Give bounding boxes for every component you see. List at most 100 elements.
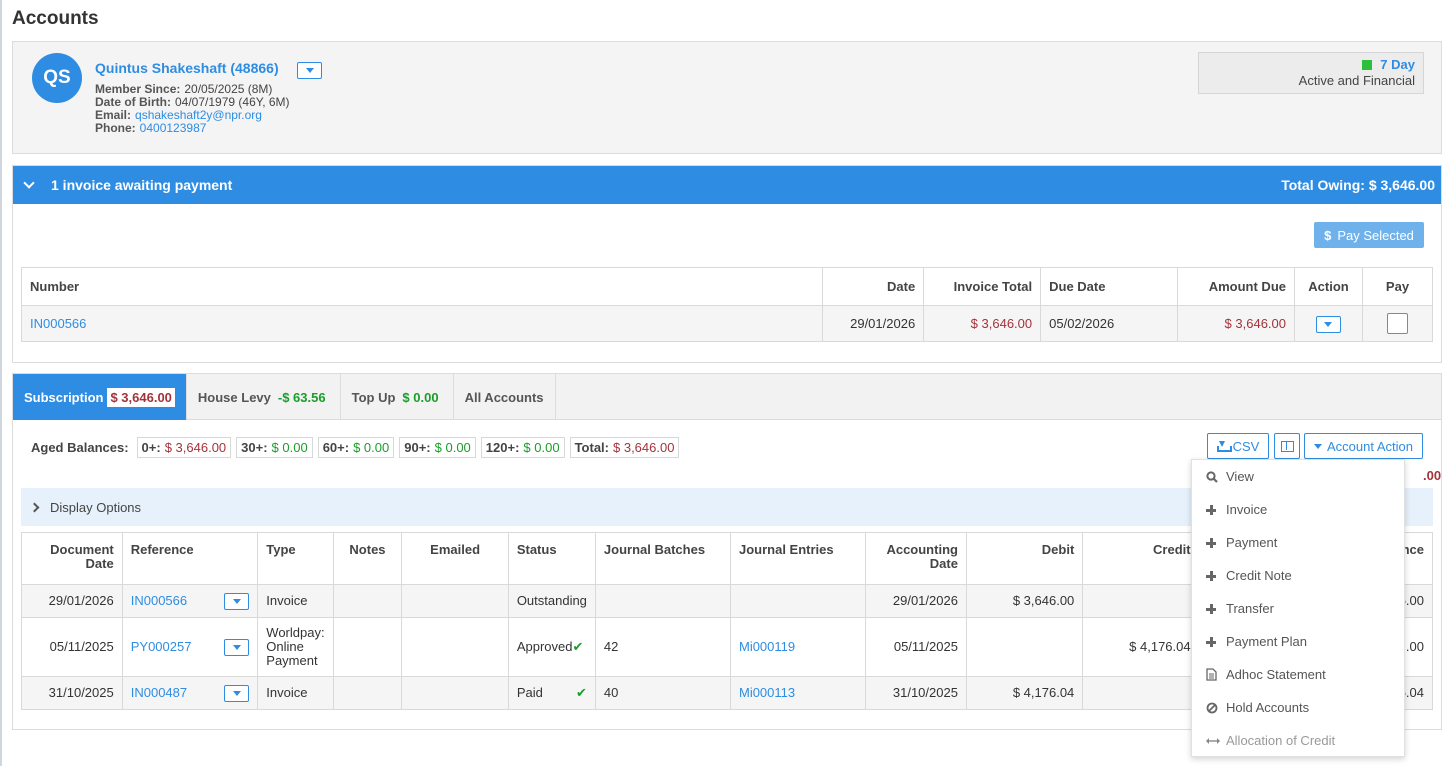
col-debit[interactable]: Debit (965, 532, 1084, 585)
plus-icon (1206, 636, 1226, 647)
invoices-panel: 1 invoice awaiting payment Total Owing: … (12, 165, 1442, 363)
tx-accounting-date: 29/01/2026 (865, 584, 967, 618)
pay-selected-button[interactable]: $ Pay Selected (1314, 222, 1424, 248)
chevron-down-icon[interactable] (23, 176, 35, 189)
menu-item-label: Allocation of Credit (1226, 733, 1336, 748)
menu-item-credit-note[interactable]: Credit Note (1192, 559, 1404, 592)
menu-item-transfer[interactable]: Transfer (1192, 592, 1404, 625)
csv-export-button[interactable]: CSV (1207, 433, 1269, 459)
col-number[interactable]: Number (20, 267, 824, 306)
pay-checkbox[interactable] (1386, 313, 1408, 334)
status-period: 7 Day (1380, 57, 1415, 72)
tab-top-up[interactable]: Top Up $ 0.00 (341, 374, 454, 420)
aged-bucket-key: 120+: (485, 440, 520, 455)
journal-entry-link[interactable]: Mi000119 (739, 639, 795, 654)
menu-item-view[interactable]: View (1192, 460, 1404, 493)
tx-notes (332, 676, 403, 710)
caret-down-icon (232, 644, 241, 650)
member-actions-dropdown[interactable] (297, 62, 322, 79)
display-options-label: Display Options (50, 499, 142, 515)
aged-bucket-key: Total: (574, 440, 609, 455)
menu-item-invoice[interactable]: Invoice (1192, 493, 1404, 526)
plus-icon (1206, 570, 1226, 581)
search-icon (1206, 470, 1226, 483)
col-action: Action (1294, 267, 1363, 306)
caret-down-icon (232, 690, 241, 696)
invoice-action-dropdown[interactable] (1315, 315, 1341, 333)
tx-type: Worldpay: Online Payment (257, 617, 334, 677)
reference-link[interactable]: IN000566 (131, 594, 187, 608)
tx-status-label: Outstanding (516, 593, 587, 608)
tx-accounting-date: 05/11/2025 (865, 617, 967, 677)
col-accounting-date[interactable]: Accounting Date (865, 532, 967, 585)
tab-subscription[interactable]: Subscription $ 3,646.00 (13, 374, 187, 420)
tab-all-accounts-label: All Accounts (464, 389, 544, 405)
row-action-dropdown[interactable] (224, 684, 250, 702)
columns-toggle-button[interactable] (1274, 433, 1300, 459)
status-text: Active and Financial (1298, 73, 1415, 88)
tx-emailed (401, 617, 509, 677)
account-tabs: Subscription $ 3,646.00 House Levy -$ 63.5… (13, 374, 1441, 420)
reference-link[interactable]: PY000257 (131, 640, 192, 654)
col-status[interactable]: Status (507, 532, 596, 585)
menu-item-label: Transfer (1226, 601, 1274, 616)
aged-bucket-value: $ 3,646.00 (164, 440, 227, 455)
email-link[interactable]: qshakeshaft2y@npr.org (135, 108, 262, 122)
aged-bucket-60: 60+: $ 0.00 (317, 437, 395, 458)
menu-item-allocation-of-credit[interactable]: Allocation of Credit (1192, 724, 1404, 757)
invoice-total: $ 3,646.00 (923, 305, 1042, 342)
columns-icon (1280, 440, 1294, 452)
dollar-icon: $ (1324, 227, 1332, 243)
tx-status-label: Paid (516, 685, 543, 700)
col-notes[interactable]: Notes (332, 532, 403, 585)
tx-emailed (401, 584, 509, 618)
row-action-dropdown[interactable] (224, 592, 250, 610)
menu-item-adhoc-statement[interactable]: Adhoc Statement (1192, 658, 1404, 691)
col-date[interactable]: Date (822, 267, 925, 306)
invoices-awaiting-title: 1 invoice awaiting payment (51, 177, 233, 193)
phone-label: Phone: (95, 121, 136, 135)
col-type[interactable]: Type (257, 532, 334, 585)
col-credit[interactable]: Credit (1082, 532, 1200, 585)
col-amount-due[interactable]: Amount Due (1177, 267, 1295, 306)
tx-entry (729, 584, 867, 618)
avatar: QS (32, 53, 82, 103)
invoice-amount-due: $ 3,646.00 (1177, 305, 1295, 342)
account-action-label: Account Action (1327, 438, 1413, 454)
col-due-date[interactable]: Due Date (1040, 267, 1179, 306)
invoice-date: 29/01/2026 (822, 305, 925, 342)
plus-icon (1206, 537, 1226, 548)
aged-bucket-key: 90+: (404, 440, 431, 455)
col-invoice-total[interactable]: Invoice Total (923, 267, 1042, 306)
col-emailed[interactable]: Emailed (401, 532, 509, 585)
menu-item-hold-accounts[interactable]: Hold Accounts (1192, 691, 1404, 724)
tab-house-levy-label: House Levy (197, 389, 271, 405)
invoice-number-link[interactable]: IN000566 (30, 316, 86, 331)
phone-link[interactable]: 0400123987 (140, 121, 207, 135)
reference-link[interactable]: IN000487 (131, 686, 187, 700)
account-action-button[interactable]: Account Action (1304, 433, 1423, 459)
menu-item-payment[interactable]: Payment (1192, 526, 1404, 559)
member-details: Member Since: 20/05/2025 (8M) Date of Bir… (95, 83, 290, 135)
tx-accounting-date: 31/10/2025 (865, 676, 967, 710)
tx-debit: $ 4,176.04 (965, 676, 1084, 710)
menu-item-payment-plan[interactable]: Payment Plan (1192, 625, 1404, 658)
journal-entry-link[interactable]: Mi000113 (739, 685, 795, 700)
dob-label: Date of Birth: (95, 95, 171, 109)
col-journal-batches[interactable]: Journal Batches (594, 532, 731, 585)
tx-credit: $ 4,176.04 (1082, 617, 1200, 677)
tx-status-label: Approved (516, 639, 573, 654)
col-reference[interactable]: Reference (121, 532, 259, 585)
col-journal-entries[interactable]: Journal Entries (729, 532, 867, 585)
caret-down-icon (305, 68, 314, 73)
row-action-dropdown[interactable] (224, 638, 250, 656)
member-name-link[interactable]: Quintus Shakeshaft (48866) (95, 60, 279, 76)
tx-emailed (401, 676, 509, 710)
tx-status: Approved✔ (507, 617, 596, 677)
tab-house-levy[interactable]: House Levy -$ 63.56 (187, 374, 341, 420)
col-document-date[interactable]: Document Date (21, 532, 123, 585)
tx-notes (332, 617, 403, 677)
aged-balances-label: Aged Balances: (31, 440, 129, 455)
invoices-panel-header[interactable]: 1 invoice awaiting payment Total Owing: … (13, 166, 1441, 204)
tab-all-accounts[interactable]: All Accounts (454, 374, 556, 420)
